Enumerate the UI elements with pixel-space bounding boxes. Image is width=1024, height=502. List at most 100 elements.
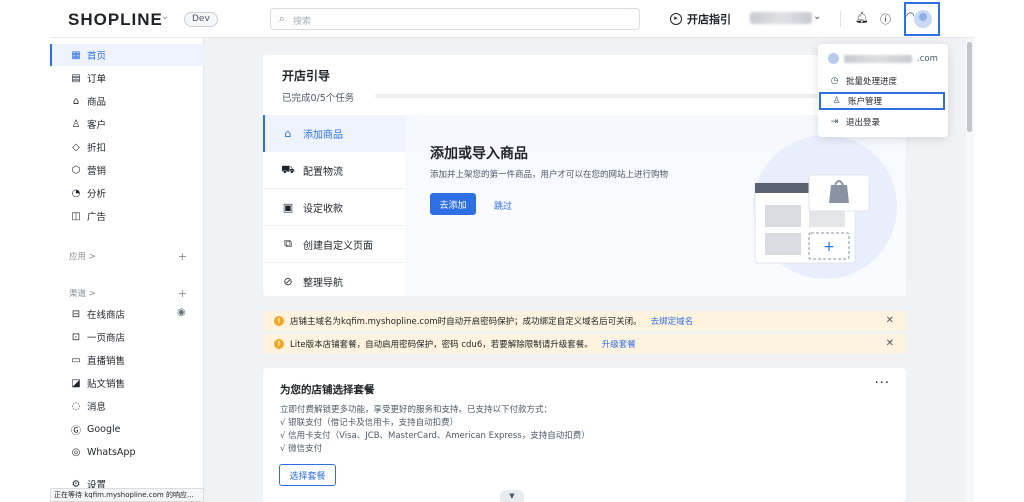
search-input[interactable]: ⌕ 搜索 xyxy=(270,8,640,30)
google-icon: Ⓖ xyxy=(71,425,81,437)
warning-icon: ! xyxy=(274,339,284,349)
sidebar-item-products[interactable]: ⌂ 商品 xyxy=(50,90,204,112)
upgrade-plan-link[interactable]: 升级套餐 xyxy=(602,338,636,350)
sidebar-item-label: 订单 xyxy=(87,74,107,85)
close-icon[interactable]: ✕ xyxy=(886,315,894,326)
order-icon: ▤ xyxy=(71,72,81,84)
ad-icon: ◫ xyxy=(71,210,81,222)
close-icon[interactable]: ✕ xyxy=(886,338,894,349)
step-custom-page[interactable]: ⧉ 创建自定义页面 xyxy=(263,226,405,263)
apps-section-label: 应用 > xyxy=(69,252,96,262)
menu-item-account-management[interactable]: ♙ 账户管理 xyxy=(819,92,945,110)
sidebar-item-online-store[interactable]: ⊟ 在线商店 ◉ xyxy=(50,303,204,325)
truck-icon: ⛟ xyxy=(281,162,295,176)
sidebar-item-label: 折扣 xyxy=(87,143,107,154)
step-navigation[interactable]: ⊘ 整理导航 xyxy=(263,263,405,300)
add-channel-icon[interactable]: + xyxy=(178,287,187,300)
bind-domain-link[interactable]: 去绑定域名 xyxy=(651,315,694,327)
sidebar-item-label: 商品 xyxy=(87,97,107,108)
help-icon[interactable]: ⓘ xyxy=(880,11,891,27)
svg-text:+: + xyxy=(823,239,835,255)
scrollbar[interactable] xyxy=(966,38,974,502)
account-dropdown: .com ◷ 批量处理进度 ♙ 账户管理 ⇥ 退出登录 xyxy=(818,44,948,137)
plan-line: √ 微信支付 xyxy=(280,444,323,454)
store-name-blurred[interactable] xyxy=(750,12,812,24)
sidebar-item-label: 首页 xyxy=(87,51,107,62)
sidebar-item-orders[interactable]: ▤ 订单 xyxy=(50,67,204,89)
skip-link[interactable]: 跳过 xyxy=(494,199,512,212)
sidebar-item-label: 一页商店 xyxy=(87,333,126,344)
sidebar-item-analytics[interactable]: ◔ 分析 xyxy=(50,182,204,204)
page-icon: ⧉ xyxy=(284,237,292,250)
step-label: 整理导航 xyxy=(303,278,343,289)
sidebar-item-home[interactable]: ▦ 首页 xyxy=(50,44,204,66)
bell-icon[interactable]: 🔔︎ xyxy=(855,11,869,24)
sidebar-item-ads[interactable]: ◫ 广告 xyxy=(50,205,204,227)
sidebar-item-discounts[interactable]: ◇ 折扣 xyxy=(50,136,204,158)
scrollbar-thumb[interactable] xyxy=(967,42,972,132)
pie-chart-icon: ◔ xyxy=(71,187,81,199)
sidebar-item-customers[interactable]: ♙ 客户 xyxy=(50,113,204,135)
email-domain: .com xyxy=(917,53,938,64)
apps-section[interactable]: 应用 > + xyxy=(69,250,187,263)
panel-title: 添加或导入商品 xyxy=(430,146,528,162)
step-shipping[interactable]: ⛟ 配置物流 xyxy=(263,152,405,189)
domain-warning-banner: ! 店铺主域名为kqfim.myshopline.com时自动开启密码保护；成功… xyxy=(263,311,906,331)
step-add-product[interactable]: ⌂ 添加商品 xyxy=(263,115,405,152)
user-icon: ♙ xyxy=(71,118,81,130)
sidebar-item-label: Google xyxy=(87,423,121,435)
sidebar-item-messages[interactable]: ◌ 消息 xyxy=(50,395,204,417)
plan-title: 为您的店铺选择套餐 xyxy=(280,384,375,396)
store-icon: ⊟ xyxy=(71,308,81,320)
store-guide-label: 开店指引 xyxy=(687,13,731,26)
email-blurred xyxy=(844,54,912,63)
sidebar-item-post-selling[interactable]: ◪ 贴文销售 xyxy=(50,372,204,394)
plan-warning-banner: ! Lite版本店铺套餐，自动启用密码保护，密码 cdu6，若要解除限制请升级套… xyxy=(263,334,906,354)
store-guide-button[interactable]: ▸ 开店指引 xyxy=(670,11,731,27)
choose-plan-button[interactable]: 选择套餐 xyxy=(279,464,336,486)
add-product-button[interactable]: 去添加 xyxy=(430,193,476,215)
sidebar-item-label: 直播销售 xyxy=(87,356,126,367)
video-icon: ▭ xyxy=(71,354,81,366)
chevron-down-icon[interactable]: ▼ xyxy=(500,490,524,502)
channels-section[interactable]: 渠道 > + xyxy=(69,287,187,300)
menu-item-label: 退出登录 xyxy=(846,118,881,128)
top-bar: SHOPLINE ⌄ Dev ⌕ 搜索 ▸ 开店指引 ⌄ 🔔︎ ⓘ ◠ xyxy=(50,0,974,38)
chevron-down-icon[interactable]: ⌄ xyxy=(161,11,169,22)
step-payments[interactable]: ▣ 设定收款 xyxy=(263,189,405,226)
compass-icon: ⊘ xyxy=(283,275,293,288)
sidebar-item-label: 在线商店 xyxy=(87,310,126,321)
sidebar-item-live-selling[interactable]: ▭ 直播销售 xyxy=(50,349,204,371)
sidebar-item-marketing[interactable]: ⬡ 营销 xyxy=(50,159,204,181)
post-icon: ◪ xyxy=(71,377,81,389)
eye-icon[interactable]: ◉ xyxy=(177,307,186,318)
menu-item-batch-progress[interactable]: ◷ 批量处理进度 xyxy=(819,72,947,90)
sidebar-item-google[interactable]: Ⓖ Google xyxy=(50,418,204,440)
grid-icon: ▦ xyxy=(71,49,81,61)
guide-progress-bar xyxy=(375,94,875,98)
env-badge: Dev xyxy=(184,12,218,27)
panel-description: 添加并上架您的第一件商品，用户才可以在您的网站上进行购物 xyxy=(430,170,669,180)
menu-item-logout[interactable]: ⇥ 退出登录 xyxy=(819,113,947,131)
sidebar-item-label: 贴文销售 xyxy=(87,379,126,390)
guide-progress-text: 已完成0/5个任务 xyxy=(282,93,355,104)
add-app-icon[interactable]: + xyxy=(178,250,187,263)
plan-card: 为您的店铺选择套餐 ··· 立即付费解锁更多功能，享受更好的服务和支持。已支持以… xyxy=(263,368,906,502)
clock-icon: ◷ xyxy=(830,76,839,86)
more-icon[interactable]: ··· xyxy=(875,376,890,391)
guide-title: 开店引导 xyxy=(282,69,331,83)
sidebar-item-label: WhatsApp xyxy=(87,446,136,458)
store-guide-card: 开店引导 已完成0/5个任务 ⌂ 添加商品 ⛟ 配置物流 ▣ 设定收款 ⧉ 创建… xyxy=(263,55,906,296)
bag-icon: ⌂ xyxy=(284,126,292,140)
active-indicator xyxy=(50,44,52,66)
flag-icon: ▸ xyxy=(670,13,682,25)
sidebar-item-whatsapp[interactable]: ◎ WhatsApp xyxy=(50,441,204,463)
sidebar-item-label: 分析 xyxy=(87,189,107,200)
search-icon: ⌕ xyxy=(279,12,286,25)
chevron-down-icon[interactable]: ⌄ xyxy=(813,11,821,22)
sidebar-item-label: 营销 xyxy=(87,166,107,177)
sidebar-item-one-page-store[interactable]: ⊡ 一页商店 xyxy=(50,326,204,348)
user-avatar-button[interactable] xyxy=(904,2,940,36)
plan-line: √ 信用卡支付（Visa、JCB、MasterCard、American Exp… xyxy=(280,431,590,441)
shopline-logo[interactable]: SHOPLINE xyxy=(68,10,163,30)
